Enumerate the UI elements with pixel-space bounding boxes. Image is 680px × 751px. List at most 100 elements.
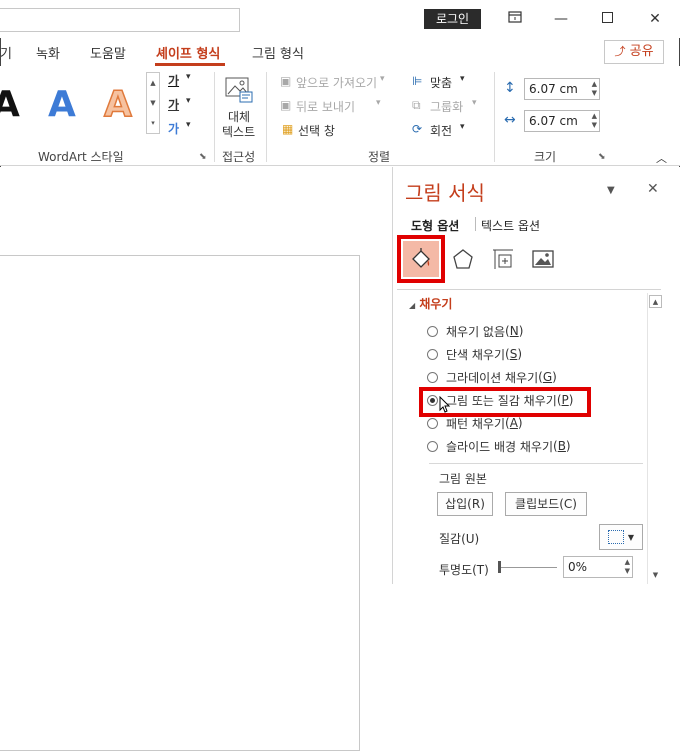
align-button[interactable]: 맞춤 xyxy=(430,74,452,91)
tab-shape-options[interactable]: 도형 옵션 xyxy=(411,217,459,234)
send-backward-icon: ▣ xyxy=(280,98,292,112)
transparency-input[interactable]: 0% ▲ ▼ xyxy=(563,556,633,578)
group-icon: ⧉ xyxy=(412,98,421,112)
scroll-up-icon[interactable]: ▲ xyxy=(649,295,662,308)
radio-pattern-fill[interactable]: 패턴 채우기 (A) xyxy=(427,414,523,432)
fill-section-header[interactable]: ◢ 채우기 xyxy=(409,295,452,312)
shape-height-value: 6.07 cm xyxy=(529,82,578,96)
radio-circle[interactable] xyxy=(427,325,438,337)
transparency-slider-thumb[interactable] xyxy=(498,561,501,573)
shape-width-icon: ↔ xyxy=(504,112,516,128)
collapse-ribbon-icon[interactable]: ︿ xyxy=(656,150,667,166)
size-dialog-launcher-icon[interactable]: ⬊ xyxy=(598,152,606,162)
texture-dropdown-icon: ▼ xyxy=(627,533,634,542)
share-label: 공유 xyxy=(629,44,654,59)
pattern-fill-accel: A xyxy=(509,416,518,430)
tab-text-options[interactable]: 텍스트 옵션 xyxy=(481,217,540,234)
rotate-button[interactable]: 회전 xyxy=(430,122,452,139)
shape-width-spinner-icon[interactable]: ▲ ▼ xyxy=(592,112,597,130)
maximize-icon[interactable] xyxy=(592,7,622,31)
group-separator xyxy=(214,72,215,162)
radio-no-fill[interactable]: 채우기 없음 (N) xyxy=(427,322,523,340)
no-fill-label: 채우기 없음 xyxy=(446,324,506,339)
text-effects-button[interactable]: 가 xyxy=(168,120,179,137)
wordart-style-3[interactable]: A xyxy=(103,83,132,126)
size-properties-tab[interactable] xyxy=(485,241,521,277)
radio-circle[interactable] xyxy=(427,440,438,452)
wordart-dialog-launcher-icon[interactable]: ⬊ xyxy=(199,152,207,162)
tab-partial[interactable]: 기 xyxy=(0,43,12,62)
share-button[interactable]: ⤴ 공유 xyxy=(604,40,664,64)
selection-pane-button[interactable]: 선택 창 xyxy=(298,122,335,139)
slide-background-fill-label: 슬라이드 배경 채우기 xyxy=(446,439,553,454)
text-fill-button[interactable]: 가 xyxy=(168,72,179,89)
rotate-dropdown-icon[interactable]: ▾ xyxy=(460,122,465,132)
text-effects-dropdown-icon[interactable]: ▾ xyxy=(186,120,191,130)
send-backward-dropdown-icon[interactable]: ▾ xyxy=(376,98,381,108)
wordart-style-2[interactable]: A xyxy=(48,84,76,125)
effects-tab[interactable] xyxy=(445,241,481,277)
pane-title: 그림 서식 xyxy=(405,181,485,205)
transparency-value: 0% xyxy=(568,560,588,574)
radio-circle[interactable] xyxy=(427,348,438,360)
pane-scrollbar[interactable]: ▲ ▼ xyxy=(647,293,663,584)
wordart-gallery-scroll[interactable]: ▲ ▼ ▾ xyxy=(146,72,160,134)
radio-slide-background-fill[interactable]: 슬라이드 배경 채우기 (B) xyxy=(427,437,571,455)
minimize-icon[interactable]: — xyxy=(546,7,576,31)
insert-button[interactable]: 삽입(R) xyxy=(437,492,493,516)
bring-forward-icon: ▣ xyxy=(280,74,292,88)
slide-editor[interactable] xyxy=(0,167,392,751)
accessibility-group-label: 접근성 xyxy=(222,150,256,164)
pane-close-icon[interactable]: ✕ xyxy=(647,181,659,197)
radio-solid-fill[interactable]: 단색 채우기 (S) xyxy=(427,345,522,363)
radio-circle[interactable] xyxy=(427,371,438,383)
radio-gradient-fill[interactable]: 그라데이션 채우기 (G) xyxy=(427,368,557,386)
close-window-icon[interactable]: ✕ xyxy=(640,7,670,31)
picture-tab[interactable] xyxy=(525,241,561,277)
title-bar: 로그인 — ✕ xyxy=(0,0,680,38)
ribbon-display-options-icon[interactable] xyxy=(500,7,530,31)
picture-source-label: 그림 원본 xyxy=(439,472,487,486)
format-picture-pane: 그림 서식 ▼ ✕ 도형 옵션 텍스트 옵션 ◢ 채우기 채우기 없음 (N) 단… xyxy=(392,167,680,584)
bring-forward-dropdown-icon[interactable]: ▾ xyxy=(380,74,385,84)
clipboard-button[interactable]: 클립보드(C) xyxy=(505,492,587,516)
group-dropdown-icon[interactable]: ▾ xyxy=(472,98,477,108)
ribbon-body: A A A ▲ ▼ ▾ 가 ▾ 가 ▾ 가 ▾ WordArt 스타일 ⬊ 대체 텍… xyxy=(0,66,680,166)
transparency-spinner-icon[interactable]: ▲ ▼ xyxy=(625,558,630,576)
transparency-slider-track[interactable] xyxy=(499,567,557,568)
search-box[interactable] xyxy=(0,8,240,32)
login-button[interactable]: 로그인 xyxy=(424,9,481,29)
pentagon-icon xyxy=(453,249,473,269)
texture-swatch-icon xyxy=(608,529,624,544)
group-separator xyxy=(266,72,267,162)
text-outline-dropdown-icon[interactable]: ▾ xyxy=(186,96,191,106)
alt-text-icon[interactable] xyxy=(224,76,254,107)
pane-options-dropdown-icon[interactable]: ▼ xyxy=(607,185,615,196)
group-button[interactable]: 그룹화 xyxy=(430,98,463,115)
shape-width-input[interactable]: 6.07 cm ▲ ▼ xyxy=(524,110,600,132)
wordart-style-1[interactable]: A xyxy=(0,84,20,125)
subtab-divider xyxy=(475,217,476,231)
alt-text-label-2[interactable]: 텍스트 xyxy=(222,123,255,140)
texture-picker[interactable]: ▼ xyxy=(599,524,643,550)
tab-shape-format[interactable]: 셰이프 형식 xyxy=(156,43,220,62)
selection-pane-icon: ▦ xyxy=(282,122,294,136)
tab-help[interactable]: 도움말 xyxy=(90,43,126,62)
bring-forward-button[interactable]: 앞으로 가져오기 xyxy=(296,74,377,91)
shape-height-input[interactable]: 6.07 cm ▲ ▼ xyxy=(524,78,600,100)
text-fill-dropdown-icon[interactable]: ▾ xyxy=(186,72,191,82)
tab-picture-format[interactable]: 그림 형식 xyxy=(252,43,304,62)
scroll-down-icon[interactable]: ▼ xyxy=(649,569,662,582)
radio-circle[interactable] xyxy=(427,417,438,429)
send-backward-button[interactable]: 뒤로 보내기 xyxy=(296,98,355,115)
gradient-fill-accel: G xyxy=(542,370,553,384)
shape-height-spinner-icon[interactable]: ▲ ▼ xyxy=(592,80,597,98)
size-group-label: 크기 xyxy=(534,150,557,164)
text-outline-button[interactable]: 가 xyxy=(168,96,179,113)
size-position-icon xyxy=(493,249,513,269)
share-icon: ⤴ xyxy=(614,45,626,58)
ribbon-tabs: 기 녹화 도움말 셰이프 형식 그림 형식 xyxy=(0,38,680,66)
slide-canvas[interactable] xyxy=(0,255,360,751)
align-dropdown-icon[interactable]: ▾ xyxy=(460,74,465,84)
tab-record[interactable]: 녹화 xyxy=(36,43,60,62)
